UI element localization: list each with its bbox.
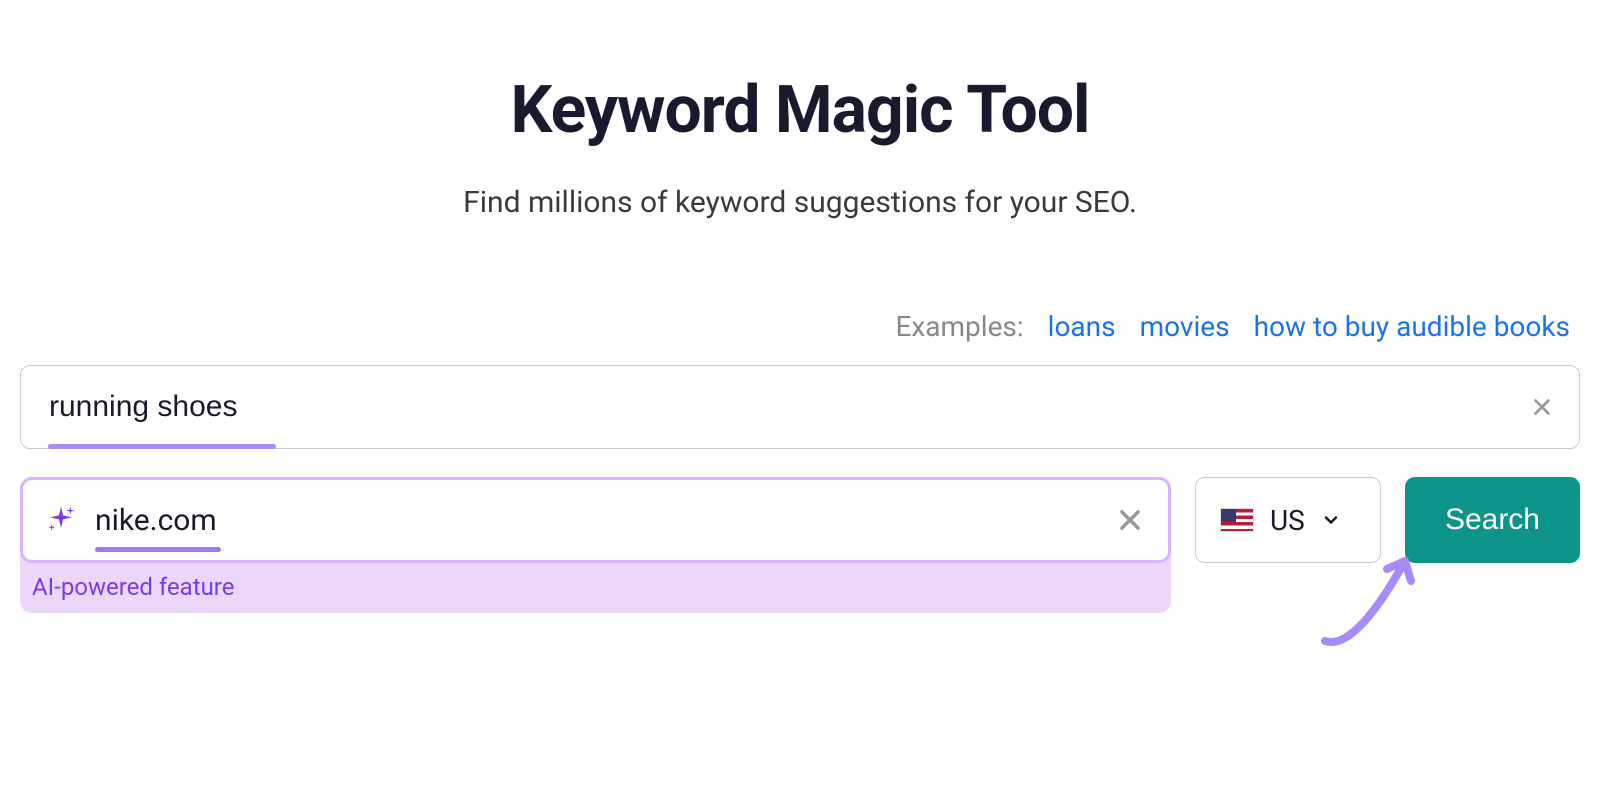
domain-input[interactable]: nike.com [20,477,1171,563]
example-link-loans[interactable]: loans [1048,310,1116,343]
country-select[interactable]: US [1195,477,1381,563]
sparkle-icon [45,504,77,536]
search-button[interactable]: Search [1405,477,1580,563]
close-icon [1116,506,1144,534]
examples-label: Examples: [895,310,1023,343]
domain-value: nike.com [95,503,217,538]
close-icon [1531,396,1553,418]
clear-keyword-button[interactable] [1528,393,1556,421]
country-code: US [1270,504,1305,537]
second-row: nike.com AI-powered feature US Search [20,477,1580,613]
domain-block: nike.com AI-powered feature [20,477,1171,613]
page-subtitle: Find millions of keyword suggestions for… [20,185,1580,220]
example-link-audible[interactable]: how to buy audible books [1254,310,1570,343]
example-link-movies[interactable]: movies [1140,310,1230,343]
search-button-label: Search [1445,503,1540,536]
keyword-input-wrap [20,365,1580,449]
ai-feature-label: AI-powered feature [20,563,1171,601]
chevron-down-icon [1321,510,1341,530]
domain-highlight-underline [95,547,221,552]
keyword-input[interactable] [20,365,1580,449]
keyword-highlight-underline [48,444,276,449]
page-title: Keyword Magic Tool [20,72,1580,149]
us-flag-icon [1220,508,1254,532]
examples-row: Examples: loans movies how to buy audibl… [20,310,1580,343]
clear-domain-button[interactable] [1116,506,1144,534]
